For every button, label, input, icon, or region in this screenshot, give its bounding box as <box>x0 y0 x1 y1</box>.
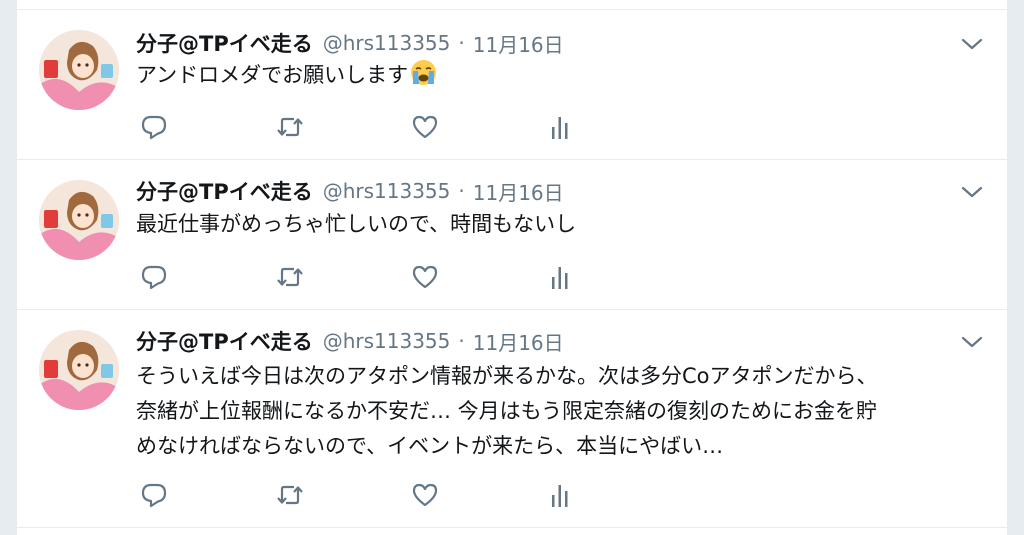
tweet-text-line: めなければならないので、イベントが来たら、本当にやばい… <box>136 434 724 458</box>
display-name[interactable]: 分子@TPイベ走る <box>136 326 313 356</box>
timestamp[interactable]: 11月16日 <box>473 177 564 206</box>
timeline: 分子@TPイベ走る @hrs113355 · 11月16日 アンドロメダでお願い… <box>17 0 1007 535</box>
heart-icon <box>411 481 439 509</box>
tweet-text-content: 最近仕事がめっちゃ忙しいので、時間もないし <box>136 212 577 236</box>
analytics-icon <box>548 113 572 141</box>
like-button[interactable] <box>408 478 442 512</box>
tweet-text-line: そういえば今日は次のアタポン情報が来るかな。次は多分Coアタポンだから、 <box>136 364 878 388</box>
display-name[interactable]: 分子@TPイベ走る <box>136 176 313 206</box>
avatar[interactable] <box>39 30 119 110</box>
chevron-down-icon[interactable] <box>959 34 985 54</box>
retweet-button[interactable] <box>273 478 307 512</box>
like-button[interactable] <box>408 260 442 294</box>
chevron-down-icon[interactable] <box>959 332 985 352</box>
reply-button[interactable] <box>137 260 171 294</box>
separator-dot: · <box>458 31 465 55</box>
analytics-icon <box>548 481 572 509</box>
tweet[interactable]: 分子@TPイベ走る @hrs113355 · 11月16日 最近仕事がめっちゃ忙… <box>17 160 1007 310</box>
like-button[interactable] <box>408 110 442 144</box>
tweet-header: 分子@TPイベ走る @hrs113355 · 11月16日 <box>136 324 564 358</box>
retweet-button[interactable] <box>273 260 307 294</box>
reply-button[interactable] <box>137 110 171 144</box>
separator-dot: · <box>458 179 465 203</box>
tweet[interactable]: 分子@TPイベ走る @hrs113355 · 11月16日 アンドロメダでお願い… <box>17 10 1007 160</box>
retweet-icon <box>275 481 305 509</box>
timestamp[interactable]: 11月16日 <box>473 29 564 58</box>
reply-icon <box>140 263 168 291</box>
username[interactable]: @hrs113355 <box>323 31 451 55</box>
avatar[interactable] <box>39 180 119 260</box>
username[interactable]: @hrs113355 <box>323 179 451 203</box>
retweet-icon <box>275 263 305 291</box>
tweet-text-line: 奈緒が上位報酬になるか不安だ… 今月はもう限定奈緒の復刻のためにお金を貯 <box>136 399 878 423</box>
divider <box>17 0 1007 10</box>
tweet-actions <box>136 260 596 294</box>
tweet-actions <box>136 110 596 144</box>
chevron-down-icon[interactable] <box>959 182 985 202</box>
retweet-icon <box>275 113 305 141</box>
analytics-button[interactable] <box>543 110 577 144</box>
analytics-button[interactable] <box>543 478 577 512</box>
timestamp[interactable]: 11月16日 <box>473 327 564 356</box>
tweet-header: 分子@TPイベ走る @hrs113355 · 11月16日 <box>136 174 564 208</box>
tweet-text: そういえば今日は次のアタポン情報が来るかな。次は多分Coアタポンだから、 奈緒が… <box>136 359 986 464</box>
reply-button[interactable] <box>137 478 171 512</box>
heart-icon <box>411 113 439 141</box>
analytics-button[interactable] <box>543 260 577 294</box>
heart-icon <box>411 263 439 291</box>
loudly-crying-face-icon <box>410 59 437 86</box>
reply-icon <box>140 113 168 141</box>
display-name[interactable]: 分子@TPイベ走る <box>136 28 313 58</box>
analytics-icon <box>548 263 572 291</box>
tweet-header: 分子@TPイベ走る @hrs113355 · 11月16日 <box>136 26 564 60</box>
tweet[interactable]: 分子@TPイベ走る @hrs113355 · 11月16日 そういえば今日は次の… <box>17 310 1007 528</box>
separator-dot: · <box>458 329 465 353</box>
tweet-text: 最近仕事がめっちゃ忙しいので、時間もないし <box>136 207 986 242</box>
tweet-actions <box>136 478 596 512</box>
tweet-text: アンドロメダでお願いします <box>136 58 986 93</box>
retweet-button[interactable] <box>273 110 307 144</box>
avatar[interactable] <box>39 330 119 410</box>
tweet-text-content: アンドロメダでお願いします <box>136 63 409 87</box>
username[interactable]: @hrs113355 <box>323 329 451 353</box>
reply-icon <box>140 481 168 509</box>
